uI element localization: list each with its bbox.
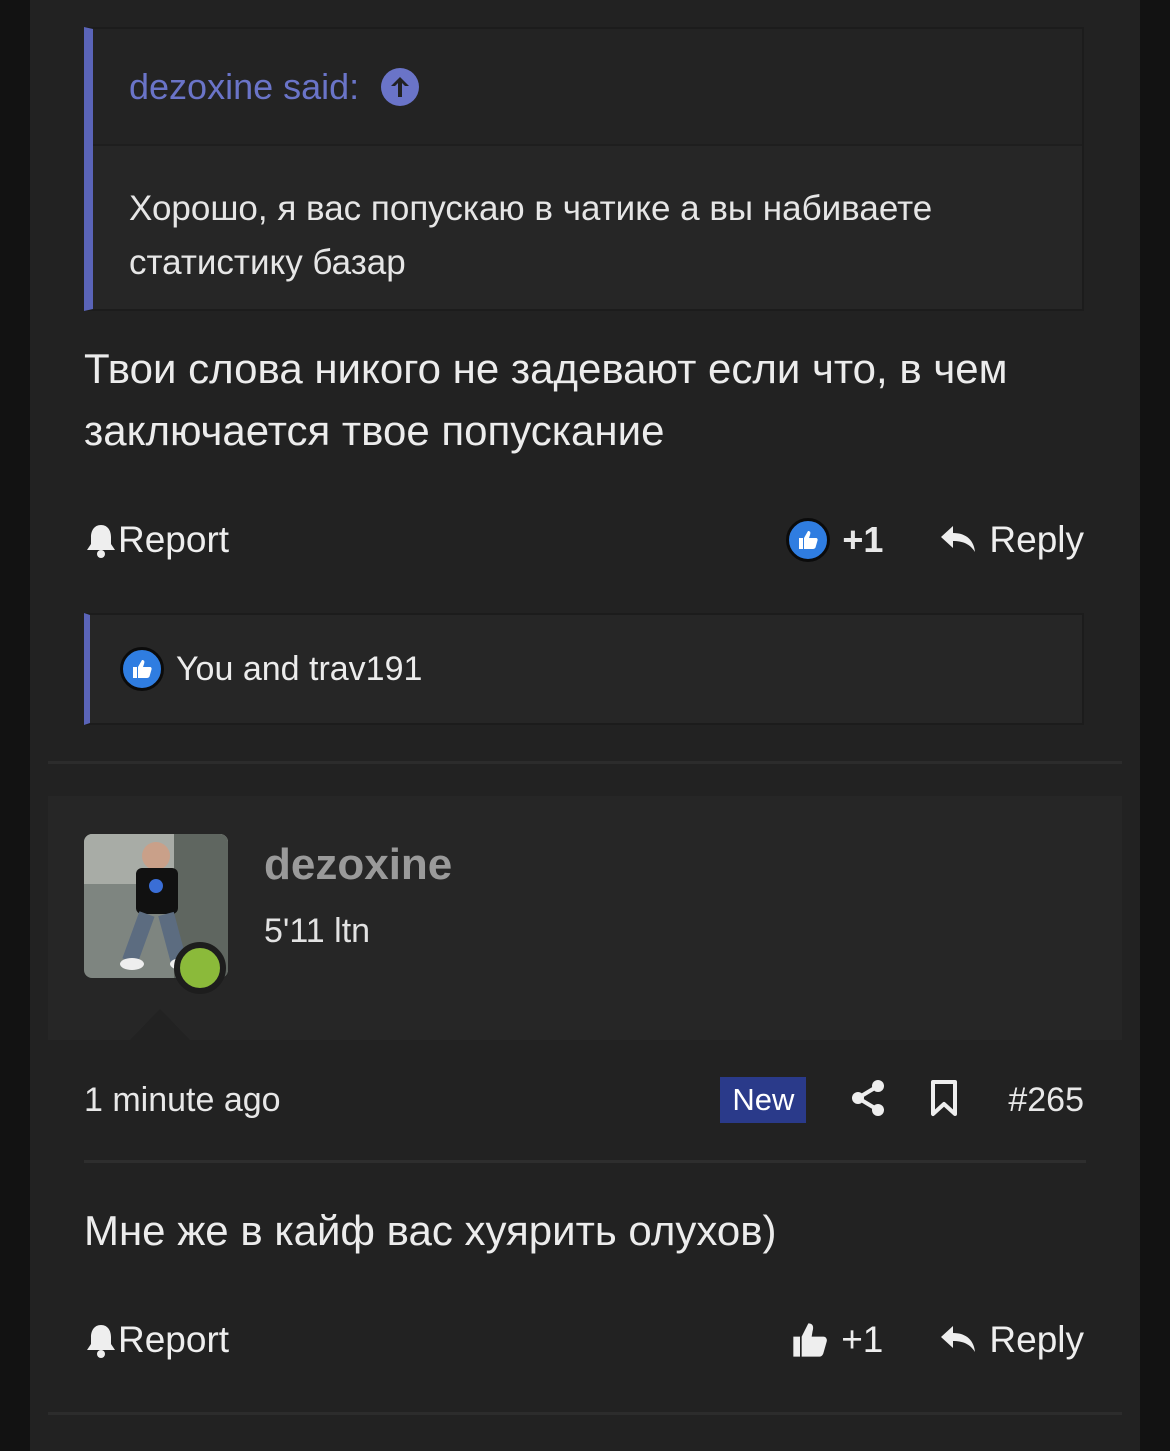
report-button[interactable]: Report — [84, 519, 229, 561]
report-label: Report — [118, 1319, 230, 1360]
bell-icon — [84, 1322, 118, 1358]
like-button[interactable]: +1 — [789, 1319, 939, 1361]
thumbs-up-icon[interactable] — [786, 518, 831, 562]
arrow-up-circle-icon[interactable] — [381, 67, 420, 106]
report-label: Report — [118, 519, 230, 560]
thumbs-up-icon — [120, 647, 164, 691]
post-message: Мне же в кайф вас хуярить олухов) — [84, 1207, 777, 1254]
post-actions: Report +1 Reply — [84, 1310, 1084, 1370]
post-number[interactable]: #265 — [1008, 1081, 1084, 1120]
reply-label: Reply — [989, 519, 1084, 560]
thumbs-up-icon — [789, 1320, 831, 1360]
bookmark-icon[interactable] — [930, 1079, 958, 1122]
bell-icon — [84, 522, 118, 558]
online-status-dot — [174, 942, 226, 994]
username[interactable]: dezoxine — [264, 840, 452, 890]
quote-header[interactable]: dezoxine said: — [93, 29, 1082, 146]
quote-author[interactable]: dezoxine said: — [129, 66, 359, 108]
post-time[interactable]: 1 minute ago — [84, 1081, 281, 1120]
user-title: 5'11 ltn — [264, 912, 371, 950]
reactions-list[interactable]: You and trav191 — [176, 650, 422, 689]
thread-page: dezoxine said: Хорошо, я вас попускаю в … — [30, 0, 1140, 1451]
post-divider — [48, 761, 1122, 764]
post-meta: 1 minute ago New #265 — [84, 1072, 1084, 1128]
post-message: Твои слова никого не задевают если что, … — [84, 345, 1008, 454]
share-icon[interactable] — [850, 1079, 886, 1122]
report-button[interactable]: Report — [84, 1319, 229, 1361]
reply-label: Reply — [989, 1319, 1084, 1360]
user-pointer — [130, 1009, 190, 1040]
user-info: dezoxine 5'11 ltn — [48, 796, 1122, 1040]
quote-block: dezoxine said: Хорошо, я вас попускаю в … — [84, 27, 1084, 311]
new-badge: New — [720, 1077, 807, 1123]
reply-button[interactable]: Reply — [939, 519, 1084, 561]
like-count: +1 — [841, 1319, 884, 1360]
reactions-bar[interactable]: You and trav191 — [84, 613, 1084, 725]
reply-button[interactable]: Reply — [939, 1319, 1084, 1361]
meta-divider — [84, 1160, 1086, 1163]
post-actions: Report +1 Reply — [84, 510, 1084, 570]
reply-icon — [939, 1324, 989, 1356]
reaction-count[interactable]: +1 — [842, 519, 883, 561]
reply-icon — [939, 524, 989, 556]
quote-text: Хорошо, я вас попускаю в чатике а вы наб… — [129, 189, 933, 282]
post-divider — [48, 1412, 1122, 1415]
